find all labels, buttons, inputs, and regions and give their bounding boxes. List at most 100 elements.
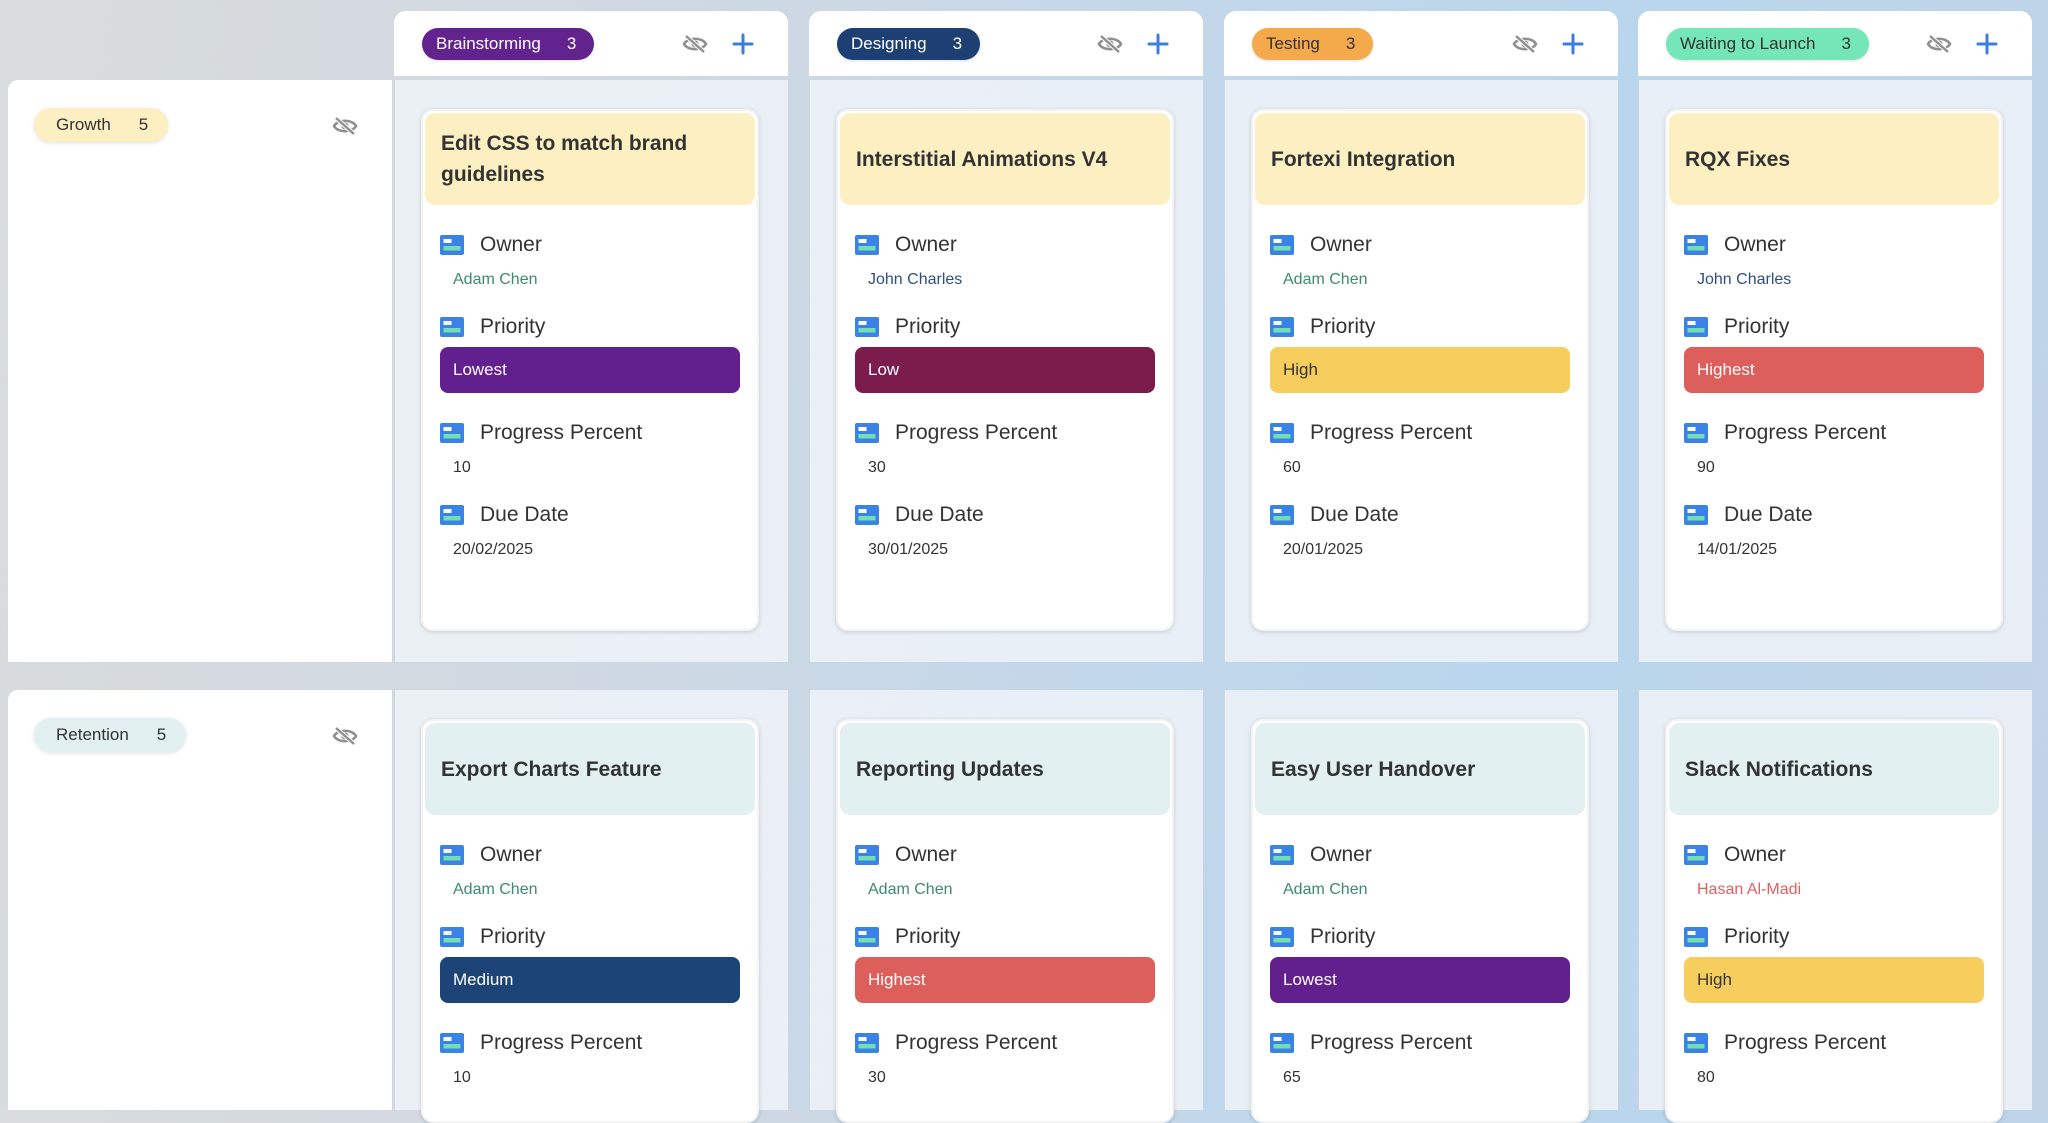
priority-label: Priority: [1310, 315, 1376, 338]
field-owner: Owner Adam Chen: [440, 841, 740, 901]
task-card[interactable]: Edit CSS to match brand guidelines Owner A…: [421, 109, 759, 631]
group-pill[interactable]: Retention 5: [34, 718, 187, 752]
progress-label: Progress Percent: [1310, 421, 1473, 444]
field-label-row: Owner: [855, 231, 1155, 259]
add-card-button[interactable]: [1558, 33, 1588, 57]
column-status-pill[interactable]: Brainstorming 3: [422, 28, 595, 60]
plus-icon: [732, 33, 754, 60]
card-title: Reporting Updates: [840, 723, 1170, 815]
field-priority: Priority Highest: [1684, 313, 1984, 393]
field-card-icon: [1684, 317, 1708, 337]
field-card-icon: [1684, 845, 1708, 865]
card-title: RQX Fixes: [1669, 113, 1999, 205]
column-count: 3: [952, 34, 963, 53]
field-label-row: Priority: [1684, 923, 1984, 951]
field-due-date: Due Date 30/01/2025: [855, 501, 1155, 561]
field-priority: Priority High: [1684, 923, 1984, 1003]
field-label-row: Progress Percent: [855, 419, 1155, 447]
field-priority: Priority Lowest: [440, 313, 740, 393]
priority-badge: Lowest: [440, 347, 740, 393]
field-card-icon: [1270, 235, 1294, 255]
priority-badge: Highest: [855, 957, 1155, 1003]
add-card-button[interactable]: [1143, 33, 1173, 57]
task-card[interactable]: Reporting Updates Owner Adam Chen Priority H…: [836, 719, 1174, 1123]
field-label-row: Due Date: [1270, 501, 1570, 529]
task-card[interactable]: Easy User Handover Owner Adam Chen Priority…: [1251, 719, 1589, 1123]
hide-column-button[interactable]: [1510, 33, 1540, 59]
field-label-row: Priority: [1684, 313, 1984, 341]
column-status-pill[interactable]: Testing 3: [1252, 28, 1374, 60]
field-label-row: Due Date: [440, 501, 740, 529]
hide-column-button[interactable]: [1924, 33, 1954, 59]
priority-label: Priority: [480, 315, 546, 338]
column-label: Brainstorming: [436, 34, 541, 53]
task-card[interactable]: Interstitial Animations V4 Owner John Char…: [836, 109, 1174, 631]
card-title: Interstitial Animations V4: [840, 113, 1170, 205]
card-title: Easy User Handover: [1255, 723, 1585, 815]
eye-off-icon: [332, 726, 358, 750]
priority-badge: Medium: [440, 957, 740, 1003]
owner-label: Owner: [1310, 233, 1372, 256]
field-label-row: Priority: [1270, 923, 1570, 951]
column-label: Designing: [851, 34, 927, 53]
field-label-row: Priority: [440, 923, 740, 951]
hide-column-button[interactable]: [680, 33, 710, 57]
hide-group-button[interactable]: [332, 116, 362, 138]
field-card-icon: [855, 235, 879, 255]
progress-value: 30: [868, 459, 886, 476]
card-fields: Owner Adam Chen Priority Lowest Progress Per…: [1253, 815, 1587, 1121]
field-card-icon: [1684, 927, 1708, 947]
group-pill[interactable]: Growth 5: [34, 108, 169, 142]
progress-value: 10: [453, 459, 471, 476]
due-date-label: Due Date: [1724, 503, 1813, 526]
due-date-label: Due Date: [895, 503, 984, 526]
progress-label: Progress Percent: [1310, 1031, 1473, 1054]
task-card[interactable]: Fortexi Integration Owner Adam Chen Priorit…: [1251, 109, 1589, 631]
field-owner: Owner Adam Chen: [440, 231, 740, 291]
group-header-panel: Growth 5: [8, 80, 392, 662]
priority-badge: Highest: [1684, 347, 1984, 393]
progress-value: 90: [1697, 459, 1715, 476]
owner-label: Owner: [1310, 843, 1372, 866]
progress-value: 30: [868, 1069, 886, 1086]
group-count: 5: [156, 725, 167, 744]
progress-label: Progress Percent: [480, 421, 643, 444]
add-card-button[interactable]: [1972, 33, 2002, 57]
field-due-date: Due Date 20/01/2025: [1270, 501, 1570, 561]
field-card-icon: [855, 423, 879, 443]
field-label-row: Priority: [855, 923, 1155, 951]
column-status-pill[interactable]: Designing 3: [837, 28, 981, 60]
field-card-icon: [855, 1033, 879, 1053]
progress-label: Progress Percent: [1724, 421, 1887, 444]
owner-value: Hasan Al-Madi: [1697, 881, 1802, 898]
field-label-row: Owner: [440, 231, 740, 259]
group-count: 5: [138, 115, 149, 134]
field-label-row: Owner: [1270, 841, 1570, 869]
card-title: Edit CSS to match brand guidelines: [425, 113, 755, 205]
hide-column-button[interactable]: [1095, 33, 1125, 57]
progress-label: Progress Percent: [895, 421, 1058, 444]
priority-label: Priority: [480, 925, 546, 948]
field-card-icon: [440, 927, 464, 947]
field-label-row: Progress Percent: [1270, 419, 1570, 447]
column-status-pill[interactable]: Waiting to Launch 3: [1666, 28, 1869, 60]
owner-value: Adam Chen: [1283, 881, 1368, 898]
owner-value: Adam Chen: [868, 881, 953, 898]
priority-badge: High: [1684, 957, 1984, 1003]
task-card[interactable]: RQX Fixes Owner John Charles Priority Highes…: [1665, 109, 2003, 631]
field-priority: Priority High: [1270, 313, 1570, 393]
field-progress: Progress Percent 10: [440, 419, 740, 479]
field-card-icon: [1270, 1033, 1294, 1053]
column-header: Waiting to Launch 3: [1638, 11, 2032, 76]
field-card-icon: [1270, 927, 1294, 947]
card-title: Slack Notifications: [1669, 723, 1999, 815]
column-label: Testing: [1266, 34, 1320, 53]
task-card[interactable]: Slack Notifications Owner Hasan Al-Madi Pri…: [1665, 719, 2003, 1123]
eye-off-icon: [1926, 33, 1952, 59]
add-card-button[interactable]: [728, 33, 758, 60]
priority-badge: High: [1270, 347, 1570, 393]
hide-group-button[interactable]: [332, 726, 362, 748]
eye-off-icon: [1512, 33, 1538, 59]
task-card[interactable]: Export Charts Feature Owner Adam Chen Prior…: [421, 719, 759, 1123]
field-card-icon: [1270, 423, 1294, 443]
